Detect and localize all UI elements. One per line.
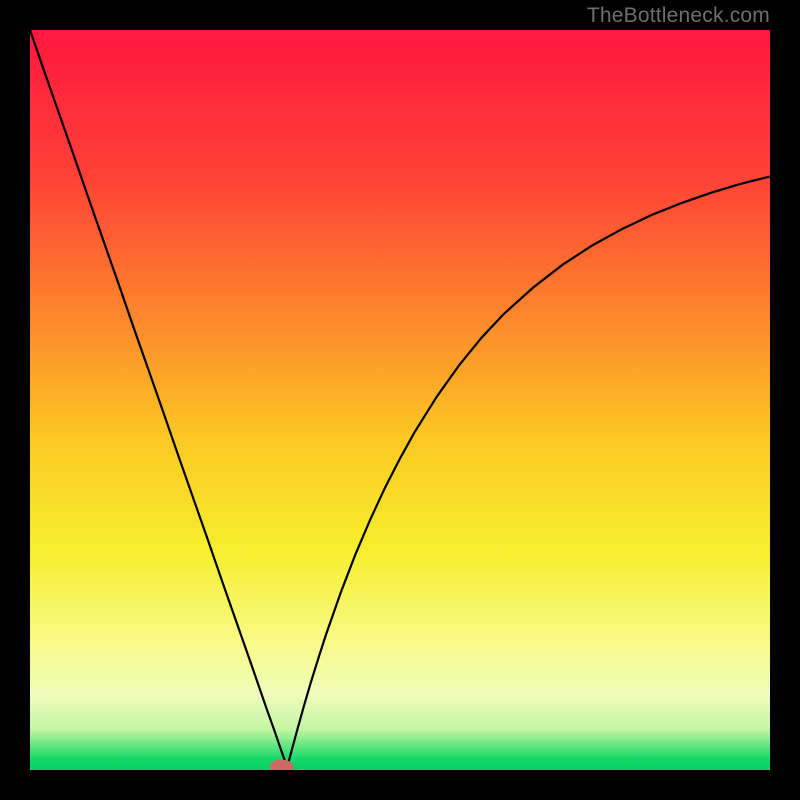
bottleneck-chart	[30, 30, 770, 770]
chart-frame	[30, 30, 770, 770]
chart-background	[30, 30, 770, 770]
watermark-text: TheBottleneck.com	[587, 4, 770, 28]
